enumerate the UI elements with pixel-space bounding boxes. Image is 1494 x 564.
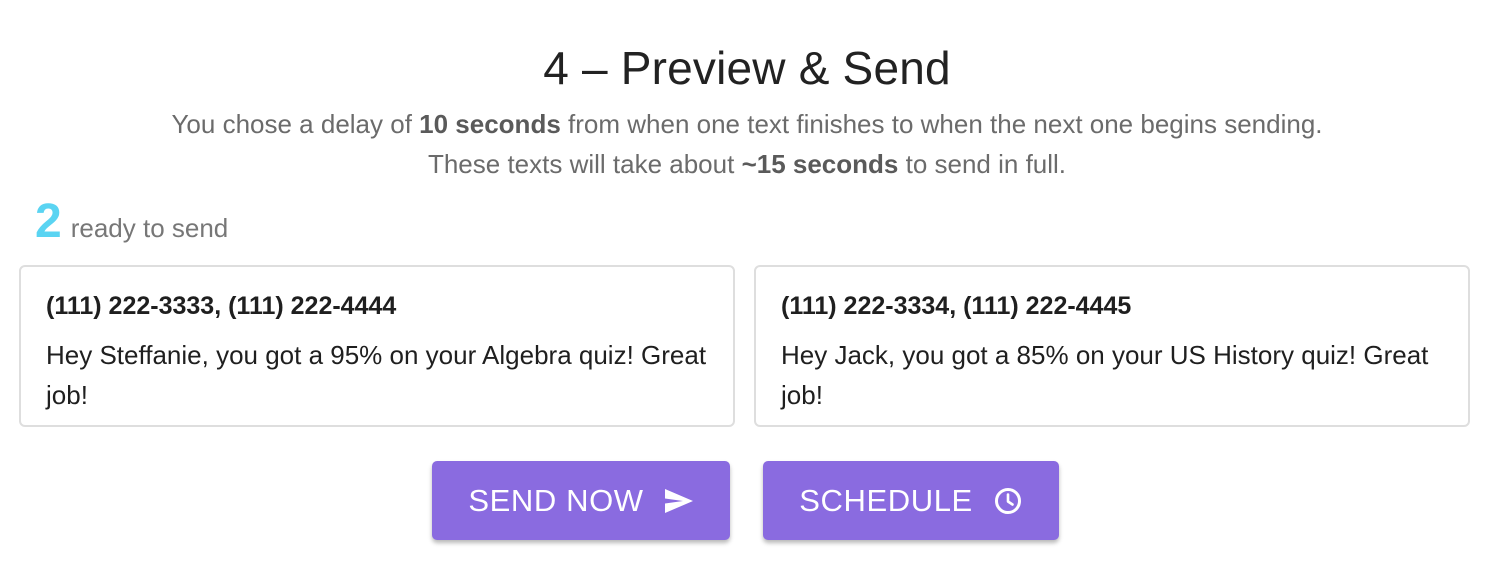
total-duration-value: ~15 seconds — [741, 149, 899, 179]
page-title: 4 – Preview & Send — [543, 41, 951, 94]
ready-label: ready to send — [70, 213, 229, 243]
send-now-label: SEND NOW — [468, 482, 644, 518]
clock-icon — [993, 486, 1023, 516]
schedule-label: SCHEDULE — [799, 482, 973, 518]
delay-value: 10 seconds — [419, 109, 561, 139]
ready-to-send-summary: 2 ready to send — [35, 196, 228, 248]
delay-info-line-2: These texts will take about ~15 seconds … — [0, 144, 1494, 184]
ready-count: 2 — [35, 195, 62, 248]
message-preview-card: (111) 222-3334, (111) 222-4445 Hey Jack,… — [754, 265, 1470, 427]
recipient-phones: (111) 222-3334, (111) 222-4445 — [781, 292, 1132, 320]
delay-info: You chose a delay of 10 seconds from whe… — [0, 104, 1494, 184]
message-preview-card: (111) 222-3333, (111) 222-4444 Hey Steff… — [19, 265, 735, 427]
message-text: Hey Steffanie, you got a 95% on your Alg… — [46, 340, 707, 410]
recipient-phones: (111) 222-3333, (111) 222-4444 — [46, 292, 397, 320]
send-now-button[interactable]: SEND NOW — [432, 461, 730, 540]
delay-info-line-2-suffix: to send in full. — [898, 149, 1067, 179]
send-icon — [664, 488, 694, 514]
delay-info-line-2-prefix: These texts will take about — [427, 149, 742, 179]
schedule-button[interactable]: SCHEDULE — [763, 461, 1059, 540]
delay-info-line-1-suffix: from when one text finishes to when the … — [560, 109, 1323, 139]
delay-info-line-1: You chose a delay of 10 seconds from whe… — [0, 104, 1494, 144]
delay-info-line-1-prefix: You chose a delay of — [171, 109, 420, 139]
message-text: Hey Jack, you got a 85% on your US Histo… — [781, 340, 1429, 410]
